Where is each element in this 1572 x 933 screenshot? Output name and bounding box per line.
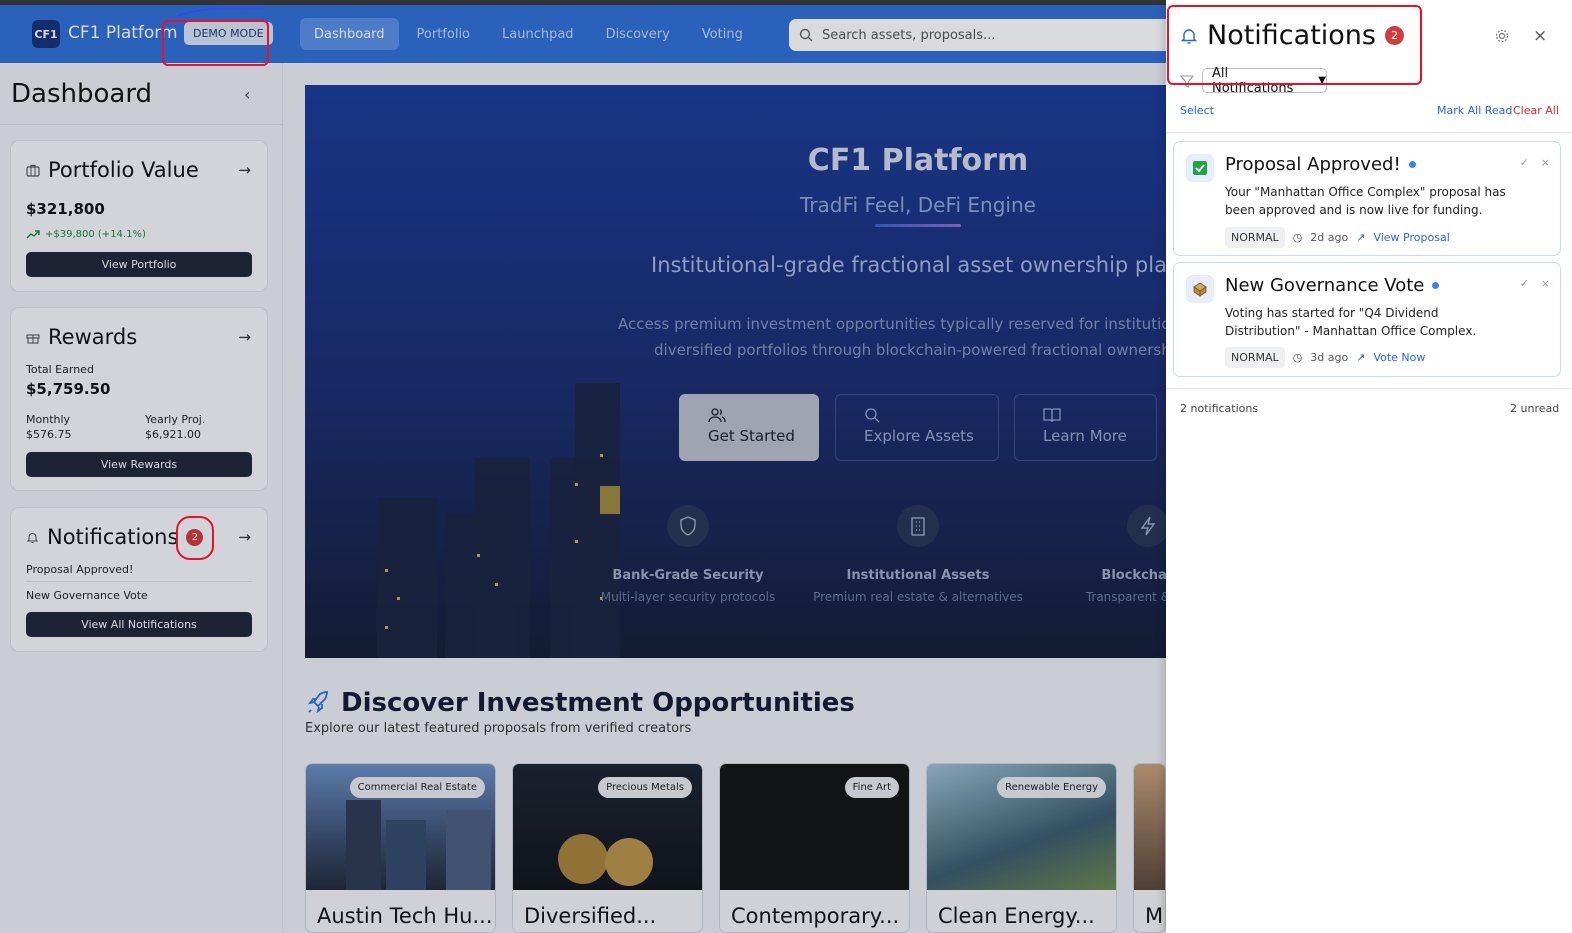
dismiss-icon[interactable]: ×: [1541, 156, 1550, 169]
clock-icon: ◷: [1292, 231, 1303, 244]
annotation-demo-mode-highlight: [162, 20, 269, 66]
select-link[interactable]: Select: [1180, 104, 1214, 117]
gear-icon[interactable]: [1494, 28, 1510, 48]
unread-dot: [1432, 282, 1440, 289]
vote-now-link[interactable]: Vote Now: [1373, 351, 1425, 364]
notification-time: 2d ago: [1310, 231, 1349, 244]
mark-read-icon[interactable]: ✓: [1520, 156, 1529, 169]
notification-count-text: 2 notifications: [1180, 402, 1259, 415]
check-icon: [1186, 154, 1214, 182]
notification-meta: NORMAL ◷ 2d ago ↗ View Proposal: [1225, 227, 1450, 248]
annotation-panel-header-highlight: [1167, 5, 1422, 85]
ballot-box-icon: [1186, 275, 1214, 303]
notification-message: Your "Manhattan Office Complex" proposal…: [1225, 185, 1506, 217]
mark-all-read-link[interactable]: Mark All Read: [1437, 104, 1512, 117]
notification-actions: ✓ ×: [1520, 156, 1550, 169]
priority-badge: NORMAL: [1225, 227, 1285, 248]
priority-badge: NORMAL: [1225, 347, 1285, 368]
panel-divider: [1166, 132, 1572, 133]
view-proposal-link[interactable]: View Proposal: [1373, 231, 1449, 244]
notification-message: Voting has started for "Q4 Dividend Dist…: [1225, 306, 1477, 338]
modal-backdrop[interactable]: [0, 0, 1166, 933]
close-icon[interactable]: ×: [1533, 26, 1547, 46]
unread-dot: [1408, 161, 1416, 168]
notification-time: 3d ago: [1310, 351, 1349, 364]
unread-count-text: 2 unread: [1510, 402, 1560, 415]
notification-item[interactable]: New Governance Vote ✓ × Voting has starte…: [1173, 262, 1561, 377]
clock-icon: ◷: [1292, 351, 1303, 364]
notification-actions: ✓ ×: [1520, 277, 1550, 290]
notification-meta: NORMAL ◷ 3d ago ↗ Vote Now: [1225, 347, 1425, 368]
notification-title-row: New Governance Vote: [1225, 275, 1440, 296]
panel-divider: [1166, 388, 1572, 389]
notifications-panel: Notifications 2 × All Notifications ▼ Se…: [1166, 0, 1572, 933]
notification-title: Proposal Approved!: [1225, 154, 1401, 175]
annotation-scribble: [176, 6, 264, 17]
external-link-icon: ↗: [1356, 351, 1366, 364]
external-link-icon: ↗: [1356, 231, 1366, 244]
notification-title: New Governance Vote: [1225, 275, 1425, 296]
notification-item[interactable]: Proposal Approved! ✓ × Your "Manhattan Of…: [1173, 141, 1561, 256]
dismiss-icon[interactable]: ×: [1541, 277, 1550, 290]
annotation-badge-highlight: [176, 516, 214, 560]
notification-title-row: Proposal Approved!: [1225, 154, 1416, 175]
mark-read-icon[interactable]: ✓: [1520, 277, 1529, 290]
clear-all-link[interactable]: Clear All: [1513, 104, 1559, 117]
